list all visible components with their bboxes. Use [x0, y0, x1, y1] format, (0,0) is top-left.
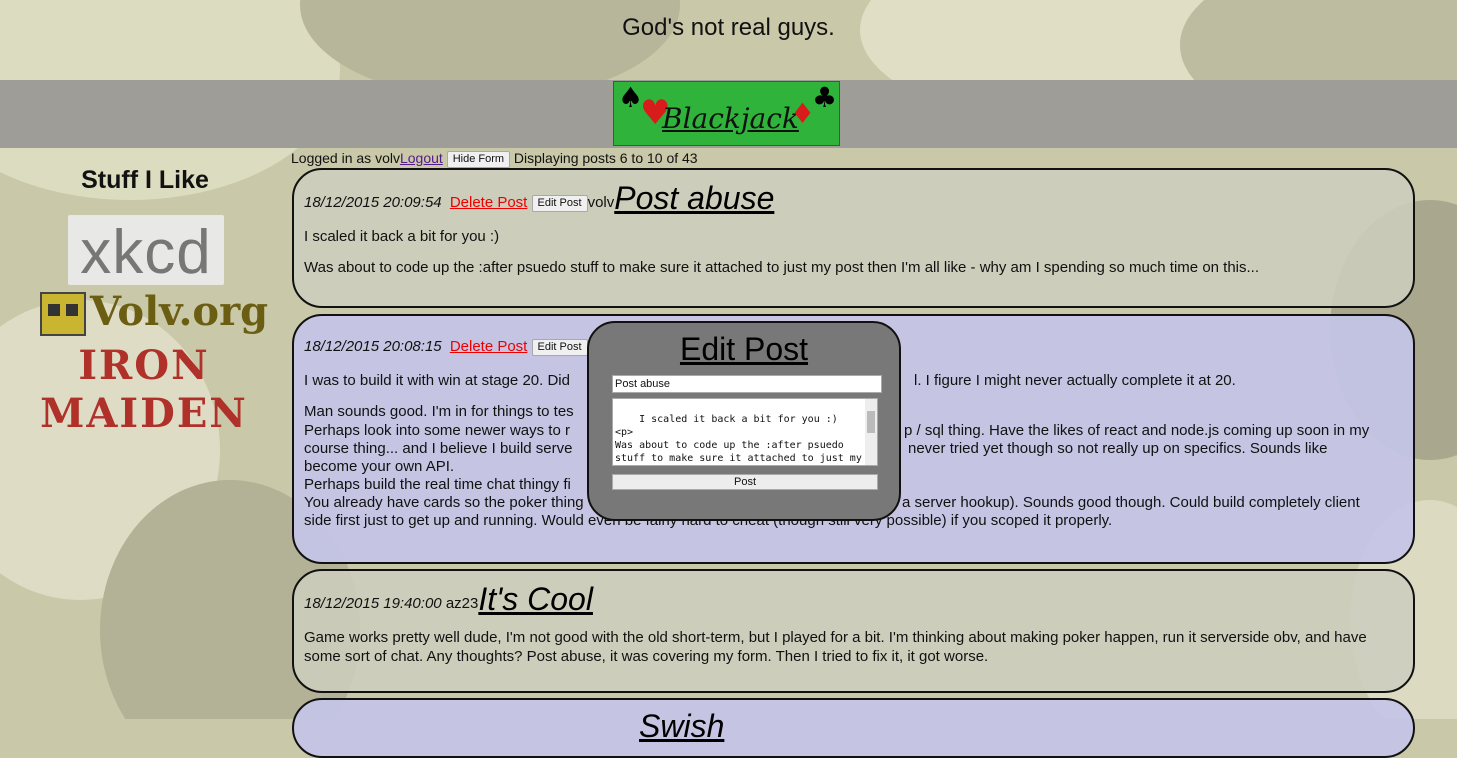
blackjack-title: Blackjack [662, 102, 799, 135]
delete-post-link[interactable]: Delete Post [450, 338, 528, 355]
post-line: You already have cards so the poker thin… [304, 493, 584, 511]
volv-faces-icon [40, 292, 86, 336]
edit-post-modal: Edit Post I scaled it back a bit for you… [587, 321, 901, 521]
displaying-posts-text: Displaying posts 6 to 10 of 43 [513, 150, 698, 166]
logged-in-text: Logged in as volv [291, 150, 400, 166]
xkcd-logo-link[interactable]: xkcd [68, 215, 224, 287]
post-body-textarea[interactable]: I scaled it back a bit for you :) <p> Wa… [612, 398, 878, 466]
sidebar-heading: Stuff I Like [81, 166, 209, 194]
iron-maiden-logo-link[interactable]: IRON MAIDEN [14, 342, 274, 438]
post-line: a server hookup). Sounds good though. Co… [902, 493, 1360, 511]
post-title: Swish [639, 708, 725, 744]
post-paragraph: Was about to code up the :after psuedo s… [304, 259, 1260, 276]
header-banner: ♠ ♥ Blackjack ♦ ♣ [0, 80, 1457, 148]
page-tagline: God's not real guys. [622, 14, 835, 41]
post-line: course thing... and I believe I build se… [304, 439, 573, 457]
post-title: Post abuse [614, 180, 775, 216]
textarea-scrollbar[interactable] [865, 399, 877, 465]
post-paragraph: Game works pretty well dude, I'm not goo… [304, 629, 1367, 665]
scrollbar-thumb[interactable] [867, 411, 875, 433]
edit-post-button[interactable]: Edit Post [531, 338, 588, 356]
post-title-input[interactable] [612, 375, 882, 393]
post-line: I was to build it with win at stage 20. … [304, 371, 570, 389]
post-title: It's Cool [478, 581, 593, 617]
hide-form-button[interactable]: Hide Form [446, 150, 511, 168]
post-line: Perhaps build the real time chat thingy … [304, 475, 571, 493]
post-date: 18/12/2015 19:40:00 [304, 595, 442, 612]
post-meta: 18/12/2015 20:09:54 Delete Post Edit Pos… [304, 178, 1403, 216]
post-date: 18/12/2015 20:09:54 [304, 194, 442, 211]
post-line: p / sql thing. Have the likes of react a… [904, 421, 1370, 439]
blackjack-logo-link[interactable]: ♠ ♥ Blackjack ♦ ♣ [613, 81, 840, 146]
submit-post-button[interactable]: Post [612, 474, 878, 490]
edit-modal-heading: Edit Post [679, 331, 809, 367]
post-card: 18/12/2015 19:40:00 az23It's Cool Game w… [292, 569, 1415, 693]
post-line: l. I figure I might never actually compl… [914, 371, 1236, 389]
post-meta: 18/12/2015 19:40:00 az23It's Cool [304, 579, 1403, 617]
status-bar: Logged in as volvLogout Hide Form Displa… [291, 150, 698, 168]
delete-post-link[interactable]: Delete Post [450, 194, 528, 211]
post-line: never tried yet though so not really up … [908, 439, 1328, 457]
post-line: become your own API. [304, 457, 455, 475]
post-card: 18/12/2015 20:09:54 Delete Post Edit Pos… [292, 168, 1415, 308]
edit-post-button[interactable]: Edit Post [531, 194, 588, 212]
volv-logo-text: Volv.org [90, 288, 269, 335]
post-author: volv [587, 194, 615, 211]
post-card: Swish [292, 698, 1415, 758]
volv-logo-link[interactable]: Volv.org [40, 288, 268, 340]
xkcd-logo-text: xkcd [80, 218, 212, 287]
post-body-text: I scaled it back a bit for you :) <p> Wa… [615, 414, 862, 464]
post-date: 18/12/2015 20:08:15 [304, 338, 442, 355]
logout-link[interactable]: Logout [400, 150, 443, 166]
post-line: Man sounds good. I'm in for things to te… [304, 402, 574, 420]
club-icon: ♣ [812, 81, 838, 114]
post-paragraph: I scaled it back a bit for you :) [304, 228, 500, 245]
post-author: az23 [445, 595, 479, 612]
post-line: Perhaps look into some newer ways to r [304, 421, 570, 439]
